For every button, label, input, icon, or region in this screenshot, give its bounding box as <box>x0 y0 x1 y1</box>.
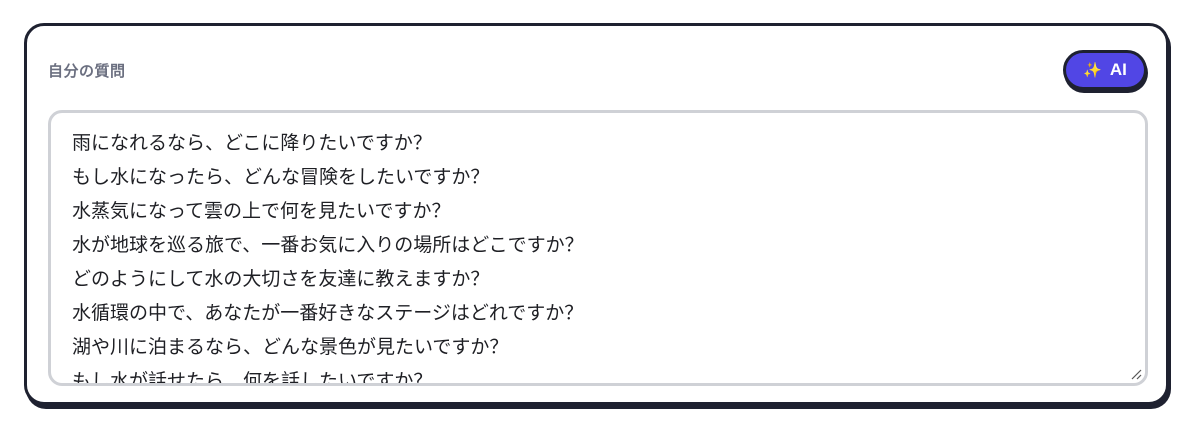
panel-title: 自分の質問 <box>48 62 126 80</box>
resize-handle-icon[interactable] <box>1130 368 1142 380</box>
ai-button[interactable]: ✨ AI <box>1063 50 1147 90</box>
question-line: どのようにして水の大切さを友達に教えますか？ <box>72 268 490 290</box>
question-line: もし水が話せたら、何を話したいですか？ <box>72 370 433 383</box>
question-line: もし水になったら、どんな冒険をしたいですか？ <box>72 166 490 188</box>
question-line: 雨になれるなら、どこに降りたいですか？ <box>72 132 432 154</box>
question-line: 湖や川に泊まるなら、どんな景色が見たいですか？ <box>72 336 509 358</box>
question-line: 水が地球を巡る旅で、一番お気に入りの場所はどこですか？ <box>72 234 584 256</box>
question-line: 水循環の中で、あなたが一番好きなステージはどれですか？ <box>72 302 584 324</box>
question-line: 水蒸気になって雲の上で何を見たいですか？ <box>72 200 451 222</box>
question-list: 雨になれるなら、どこに降りたいですか？ もし水になったら、どんな冒険をしたいです… <box>51 113 1145 383</box>
sparkle-icon: ✨ <box>1083 60 1102 79</box>
ai-button-label: AI <box>1109 60 1127 79</box>
questions-textarea[interactable]: 雨になれるなら、どこに降りたいですか？ もし水になったら、どんな冒険をしたいです… <box>48 110 1148 386</box>
question-panel: 自分の質問 ✨ AI 雨になれるなら、どこに降りたいですか？ もし水になったら、… <box>24 23 1169 405</box>
